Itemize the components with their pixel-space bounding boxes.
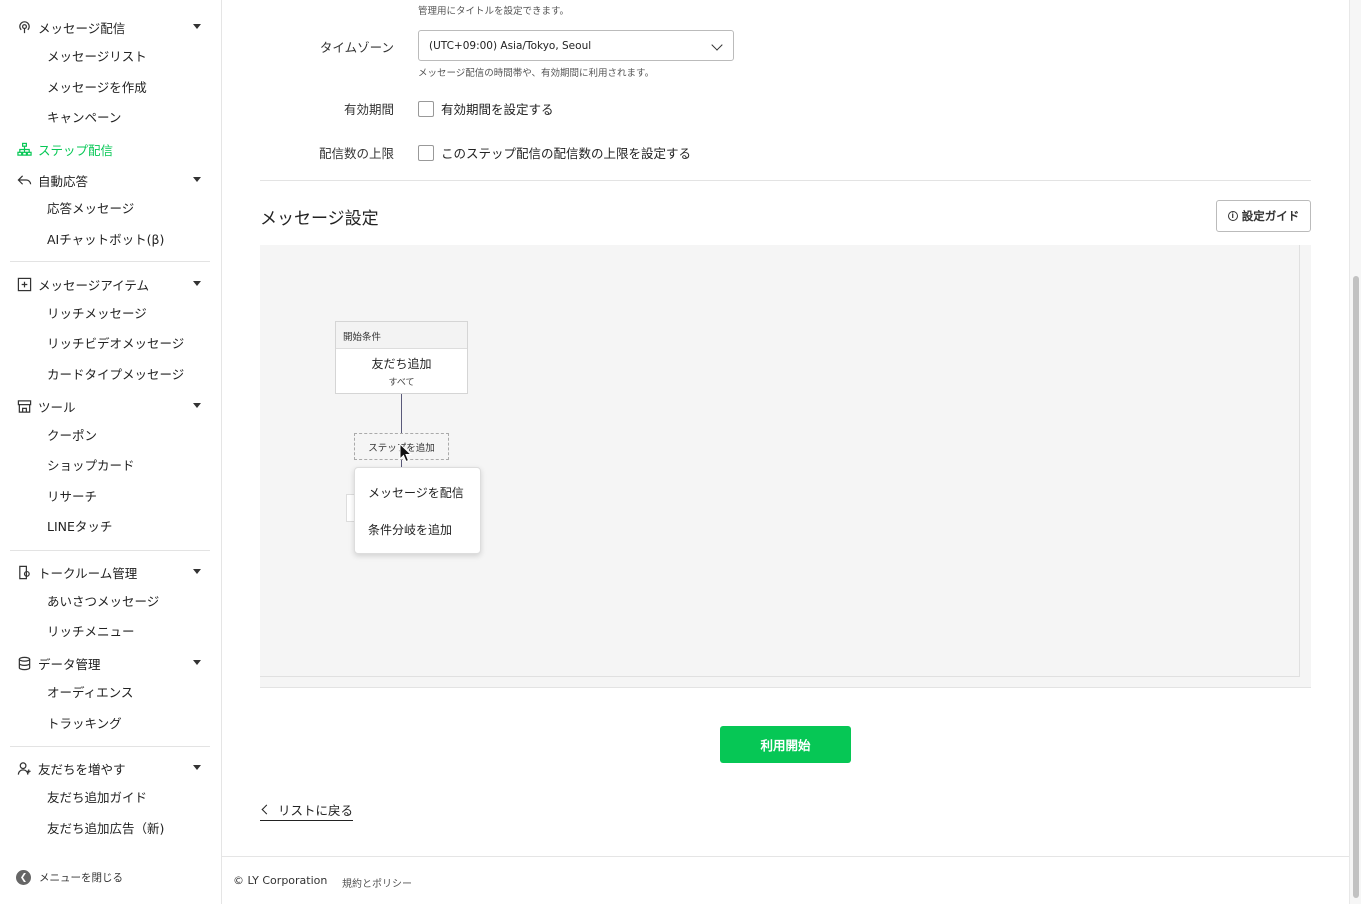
section-divider bbox=[260, 180, 1311, 181]
chevron-down-icon bbox=[711, 39, 723, 51]
sidebar-divider bbox=[10, 746, 210, 747]
broadcast-icon bbox=[16, 19, 32, 35]
nav-section-auto-response[interactable]: 自動応答 bbox=[16, 169, 206, 191]
nav-section-friends[interactable]: 友だちを増やす bbox=[16, 757, 206, 779]
reply-icon bbox=[16, 172, 32, 188]
validity-checkbox-row[interactable]: 有効期間を設定する bbox=[418, 99, 554, 118]
nav-section-label: 自動応答 bbox=[38, 173, 89, 189]
message-settings-title: メッセージ設定 bbox=[260, 209, 379, 229]
add-step-menu: メッセージを配信 条件分岐を追加 bbox=[354, 467, 481, 554]
store-icon bbox=[16, 398, 32, 414]
limit-checkbox-label: このステップ配信の配信数の上限を設定する bbox=[441, 146, 692, 161]
start-condition-title: 友だち追加 bbox=[371, 357, 432, 371]
chevron-down-icon[interactable] bbox=[193, 177, 201, 182]
sidebar-item-coupon[interactable]: クーポン bbox=[47, 426, 97, 446]
sidebar-item-ai-chatbot[interactable]: AIチャットボット(β) bbox=[47, 230, 164, 250]
timezone-hint: メッセージ配信の時間帯や、有効期間に利用されます。 bbox=[418, 68, 655, 79]
validity-label: 有効期間 bbox=[343, 102, 394, 117]
mouse-cursor-icon bbox=[399, 443, 413, 463]
nav-section-talk-room[interactable]: トークルーム管理 bbox=[16, 561, 206, 583]
sidebar-item-tracking[interactable]: トラッキング bbox=[47, 714, 122, 734]
sidebar-item-rich-menu[interactable]: リッチメニュー bbox=[47, 622, 135, 642]
chevron-left-icon bbox=[261, 804, 272, 815]
start-using-button[interactable]: 利用開始 bbox=[720, 726, 851, 763]
menu-item-add-branch[interactable]: 条件分岐を追加 bbox=[368, 521, 452, 538]
start-condition-card[interactable]: 開始条件 友だち追加 すべて bbox=[335, 321, 468, 394]
nav-section-tools[interactable]: ツール bbox=[16, 395, 206, 417]
nav-section-label: ステップ配信 bbox=[38, 142, 114, 158]
add-user-icon bbox=[16, 760, 32, 776]
sidebar-item-card-type[interactable]: カードタイプメッセージ bbox=[47, 365, 184, 385]
footer: © LY Corporation 規約とポリシー bbox=[222, 856, 1349, 904]
canvas-border bbox=[1299, 245, 1300, 677]
close-menu-button[interactable]: ❮ メニューを閉じる bbox=[16, 870, 123, 885]
policy-link[interactable]: 規約とポリシー bbox=[342, 875, 412, 890]
validity-checkbox-label: 有効期間を設定する bbox=[441, 102, 554, 117]
canvas-border bbox=[260, 676, 1300, 677]
sidebar-item-friend-guide[interactable]: 友だち追加ガイド bbox=[47, 788, 147, 808]
nav-section-label: 友だちを増やす bbox=[38, 761, 126, 777]
validity-checkbox[interactable] bbox=[418, 100, 434, 117]
nav-section-label: ツール bbox=[38, 399, 76, 415]
flow-connector bbox=[401, 394, 402, 433]
chevron-down-icon[interactable] bbox=[193, 281, 201, 286]
chevron-left-icon: ❮ bbox=[16, 870, 31, 885]
nav-section-message-delivery[interactable]: メッセージ配信 bbox=[16, 16, 206, 38]
sidebar-item-campaign[interactable]: キャンペーン bbox=[47, 108, 121, 128]
timezone-select[interactable]: (UTC+09:00) Asia/Tokyo, Seoul bbox=[418, 30, 734, 61]
hierarchy-icon bbox=[16, 141, 32, 157]
copyright: © LY Corporation bbox=[233, 874, 328, 887]
scrollbar[interactable] bbox=[1349, 0, 1361, 904]
settings-guide-button[interactable]: i 設定ガイド bbox=[1216, 200, 1311, 232]
chevron-down-icon[interactable] bbox=[193, 24, 201, 29]
timezone-value: (UTC+09:00) Asia/Tokyo, Seoul bbox=[429, 39, 592, 52]
chevron-down-icon[interactable] bbox=[193, 765, 201, 770]
nav-section-label: メッセージアイテム bbox=[38, 277, 150, 293]
timezone-label: タイムゾーン bbox=[319, 40, 394, 55]
sidebar-item-rich-video[interactable]: リッチビデオメッセージ bbox=[47, 334, 184, 354]
add-box-icon bbox=[16, 276, 32, 292]
title-hint: 管理用にタイトルを設定できます。 bbox=[418, 6, 570, 17]
database-icon bbox=[16, 655, 32, 671]
sidebar-item-message-list[interactable]: メッセージリスト bbox=[47, 47, 147, 67]
limit-label: 配信数の上限 bbox=[318, 146, 394, 161]
sidebar-item-line-touch[interactable]: LINEタッチ bbox=[47, 517, 112, 537]
limit-checkbox-row[interactable]: このステップ配信の配信数の上限を設定する bbox=[418, 143, 691, 162]
talk-room-icon bbox=[16, 564, 32, 580]
nav-section-step-delivery[interactable]: ステップ配信 bbox=[16, 138, 206, 160]
sidebar-item-greeting[interactable]: あいさつメッセージ bbox=[47, 592, 159, 612]
back-to-list-label: リストに戻る bbox=[278, 803, 354, 818]
start-condition-header: 開始条件 bbox=[336, 322, 467, 349]
sidebar-divider bbox=[10, 550, 210, 551]
back-to-list-link[interactable]: リストに戻る bbox=[260, 800, 354, 821]
start-condition-sub: すべて bbox=[388, 378, 415, 388]
menu-item-send-message[interactable]: メッセージを配信 bbox=[368, 484, 464, 501]
nav-section-message-items[interactable]: メッセージアイテム bbox=[16, 273, 206, 295]
sidebar: メッセージ配信 メッセージリスト メッセージを作成 キャンペーン ステップ配信 … bbox=[0, 0, 222, 904]
scrollbar-thumb[interactable] bbox=[1353, 276, 1359, 898]
sidebar-item-research[interactable]: リサーチ bbox=[47, 487, 97, 507]
nav-section-data[interactable]: データ管理 bbox=[16, 652, 206, 674]
limit-checkbox[interactable] bbox=[418, 144, 434, 161]
sidebar-item-shop-card[interactable]: ショップカード bbox=[47, 456, 135, 476]
nav-section-label: データ管理 bbox=[38, 656, 101, 672]
info-icon: i bbox=[1227, 211, 1238, 221]
sidebar-item-audience[interactable]: オーディエンス bbox=[47, 683, 133, 703]
settings-guide-label: 設定ガイド bbox=[1241, 209, 1300, 223]
chevron-down-icon[interactable] bbox=[193, 569, 201, 574]
chevron-down-icon[interactable] bbox=[193, 403, 201, 408]
close-menu-label: メニューを閉じる bbox=[39, 872, 123, 884]
sidebar-item-rich-message[interactable]: リッチメッセージ bbox=[47, 304, 147, 324]
sidebar-item-create-message[interactable]: メッセージを作成 bbox=[47, 78, 147, 98]
sidebar-item-friend-ads[interactable]: 友だち追加広告（新) bbox=[47, 819, 164, 839]
nav-section-label: トークルーム管理 bbox=[38, 565, 138, 581]
sidebar-divider bbox=[10, 261, 210, 262]
nav-section-label: メッセージ配信 bbox=[38, 20, 126, 36]
sidebar-item-response-message[interactable]: 応答メッセージ bbox=[47, 199, 134, 219]
chevron-down-icon[interactable] bbox=[193, 660, 201, 665]
